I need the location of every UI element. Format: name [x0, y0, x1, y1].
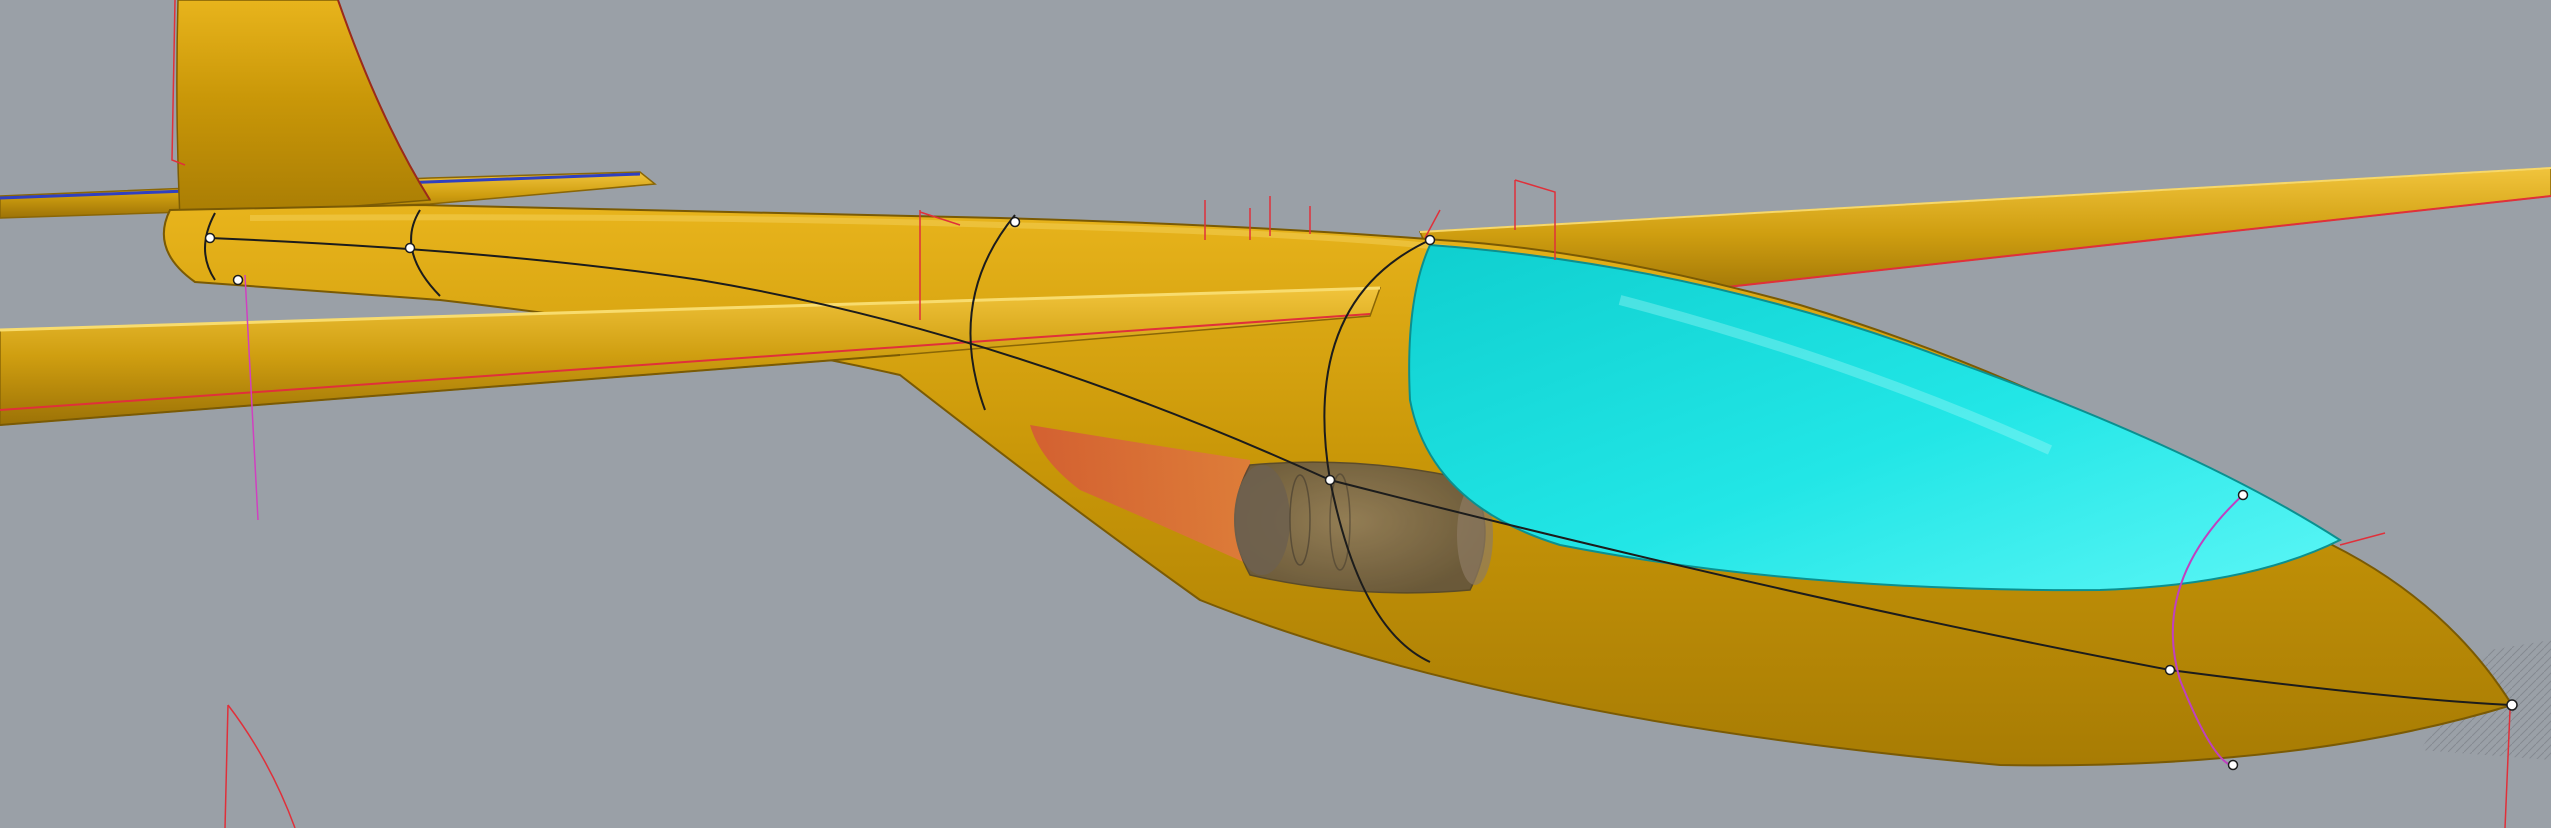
- glider-model[interactable]: [0, 0, 2551, 828]
- vertical-fin[interactable]: [176, 0, 432, 221]
- 3d-viewport[interactable]: [0, 0, 2551, 828]
- canopy[interactable]: [1408, 243, 2343, 592]
